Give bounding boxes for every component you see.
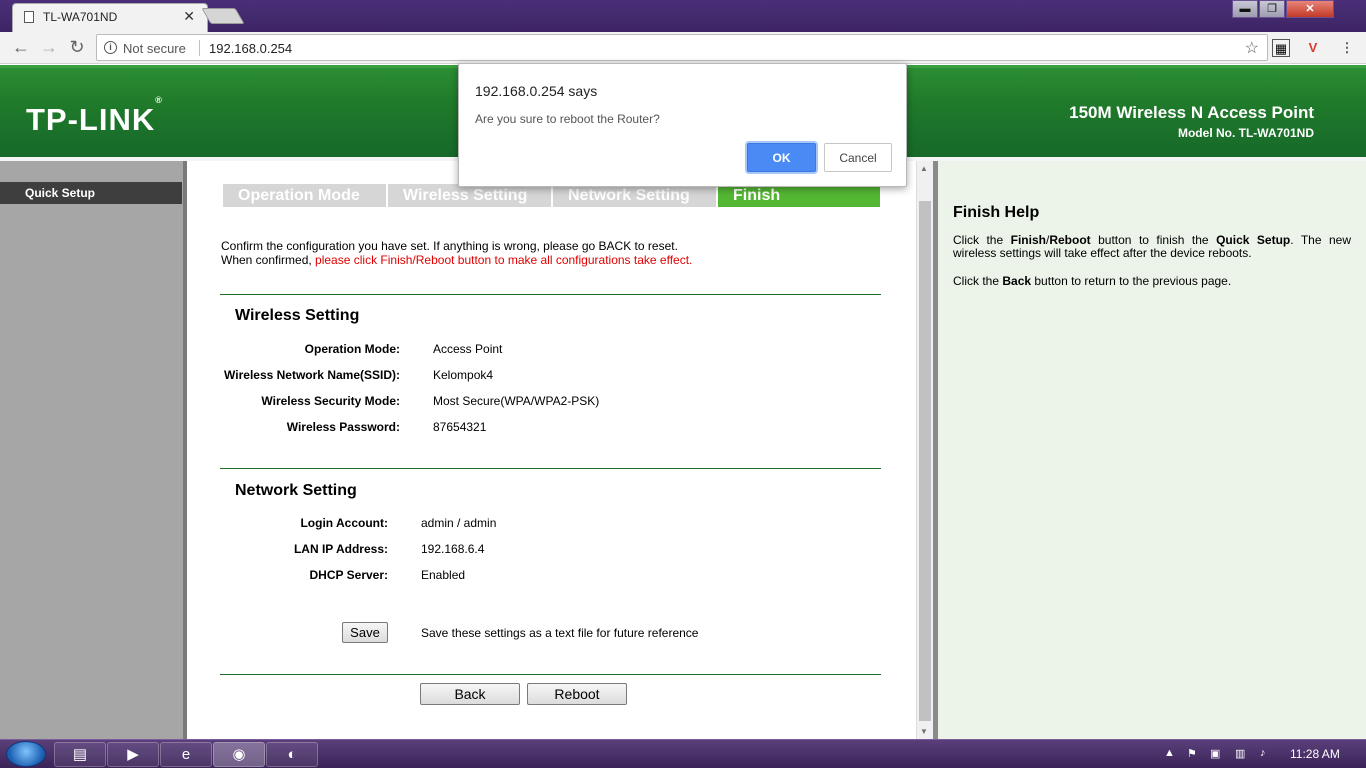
browser-titlebar: TL-WA701ND ✕ ▬ ❐ ✕	[0, 0, 1366, 32]
network-tray-icon[interactable]: ▥	[1235, 747, 1245, 760]
save-button[interactable]: Save	[342, 622, 388, 643]
chrome-icon[interactable]: ◉	[213, 742, 265, 767]
page-icon	[24, 11, 34, 23]
wireless-section-title: Wireless Setting	[235, 307, 360, 324]
dialog-title: 192.168.0.254 says	[475, 83, 598, 99]
lan-ip-value: 192.168.6.4	[421, 542, 485, 556]
back-arrow-icon[interactable]: ←	[11, 37, 31, 57]
sidebar-item-quick-setup[interactable]: Quick Setup	[0, 182, 182, 204]
menu-dots-icon[interactable]: ⋮	[1338, 39, 1356, 57]
confirm-dialog: 192.168.0.254 says Are you sure to reboo…	[458, 63, 907, 187]
bookmark-star-icon[interactable]: ☆	[1245, 38, 1259, 58]
scroll-thumb[interactable]	[919, 201, 931, 721]
scroll-down-icon[interactable]: ▼	[920, 727, 928, 736]
url-text[interactable]: 192.168.0.254	[209, 41, 292, 56]
intro-text: Confirm the configuration you have set. …	[221, 239, 692, 267]
tab-title: TL-WA701ND	[43, 10, 118, 24]
main-scrollbar[interactable]: ▲ ▼	[916, 161, 933, 739]
security-mode-label: Wireless Security Mode:	[261, 394, 400, 408]
section-divider	[220, 674, 881, 675]
close-tab-icon[interactable]: ✕	[183, 8, 195, 25]
help-paragraph-1: Click the Finish/Reboot button to finish…	[953, 233, 1351, 260]
save-description: Save these settings as a text file for f…	[421, 626, 699, 640]
dialog-ok-button[interactable]: OK	[747, 143, 816, 172]
restore-button[interactable]: ❐	[1259, 0, 1285, 18]
help-title: Finish Help	[953, 204, 1040, 221]
file-explorer-icon[interactable]: ▤	[54, 742, 106, 767]
dhcp-server-label: DHCP Server:	[309, 568, 388, 582]
intro-line-1: Confirm the configuration you have set. …	[221, 239, 678, 253]
step-network-setting: Network Setting	[553, 184, 716, 207]
dhcp-server-value: Enabled	[421, 568, 466, 582]
help-paragraph-2: Click the Back button to return to the p…	[953, 274, 1232, 288]
login-account-value: admin / admin	[421, 516, 497, 530]
wireless-password-label: Wireless Password:	[286, 420, 400, 434]
step-operation-mode: Operation Mode	[223, 184, 386, 207]
back-button[interactable]: Back	[420, 683, 520, 705]
help-panel: Finish Help Click the Finish/Reboot butt…	[938, 161, 1366, 739]
intro-line-2: When confirmed, please click Finish/Rebo…	[221, 253, 693, 267]
browser-toolbar: ← → ↻ i Not secure 192.168.0.254 ☆ ▦ V ⋮	[0, 32, 1366, 64]
intro-warning: please click Finish/Reboot button to mak…	[315, 253, 693, 267]
section-divider	[220, 294, 881, 295]
action-center-flag-icon[interactable]: ⚑	[1187, 747, 1197, 760]
forward-arrow-icon[interactable]: →	[39, 37, 59, 57]
tplink-logo: TP-LINK®	[26, 94, 163, 137]
step-finish: Finish	[718, 184, 880, 207]
extension-v-icon[interactable]: V	[1304, 39, 1322, 57]
media-player-icon[interactable]: ▶	[107, 742, 159, 767]
operation-mode-label: Operation Mode:	[304, 342, 400, 356]
security-status[interactable]: Not secure	[123, 41, 186, 56]
product-name: 150M Wireless N Access Point	[1069, 103, 1314, 122]
device-icon[interactable]: ▣	[1210, 747, 1220, 760]
address-bar[interactable]: i Not secure 192.168.0.254 ☆	[96, 34, 1268, 61]
model-number: Model No. TL-WA701ND	[1177, 126, 1314, 140]
network-section-title: Network Setting	[235, 482, 357, 499]
reboot-button[interactable]: Reboot	[527, 683, 627, 705]
taskbar-clock[interactable]: 11:28 AM	[1290, 747, 1340, 761]
operation-mode-value: Access Point	[433, 342, 503, 356]
main-content: Operation Mode Wireless Setting Network …	[187, 161, 916, 739]
info-icon[interactable]: i	[104, 41, 117, 54]
sidebar: Quick Setup	[0, 161, 186, 739]
dialog-message: Are you sure to reboot the Router?	[475, 112, 660, 126]
lan-ip-label: LAN IP Address:	[293, 542, 388, 556]
taskbar: ▤ ▶ e ◉ ◐ ▲ ⚑ ▣ ▥ ♪ 11:28 AM	[0, 739, 1366, 768]
dialog-cancel-button[interactable]: Cancel	[824, 143, 892, 172]
step-wireless-setting: Wireless Setting	[388, 184, 551, 207]
internet-explorer-icon[interactable]: e	[160, 742, 212, 767]
security-mode-value: Most Secure(WPA/WPA2-PSK)	[433, 394, 600, 408]
network-tool-icon[interactable]: ◐	[266, 742, 318, 767]
close-window-button[interactable]: ✕	[1286, 0, 1334, 18]
scroll-up-icon[interactable]: ▲	[920, 164, 928, 173]
browser-tab[interactable]: TL-WA701ND ✕	[12, 3, 208, 32]
section-divider	[220, 468, 881, 469]
show-hidden-icons-icon[interactable]: ▲	[1164, 747, 1175, 759]
extension-icon[interactable]: ▦	[1272, 39, 1290, 57]
wireless-password-value: 87654321	[433, 420, 487, 434]
ssid-label: Wireless Network Name(SSID):	[224, 368, 400, 382]
minimize-button[interactable]: ▬	[1232, 0, 1258, 18]
volume-icon[interactable]: ♪	[1260, 747, 1266, 759]
ssid-value: Kelompok4	[433, 368, 494, 382]
login-account-label: Login Account:	[300, 516, 388, 530]
start-button[interactable]	[6, 741, 46, 767]
reload-icon[interactable]: ↻	[67, 37, 87, 57]
omnibox-separator	[199, 40, 200, 56]
